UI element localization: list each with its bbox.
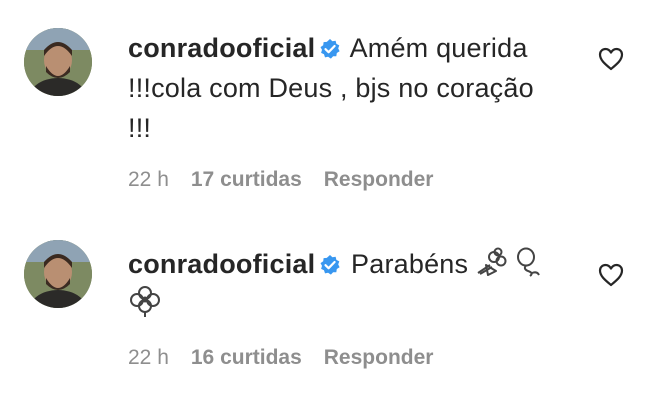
comment-text-line: !!! [128, 113, 152, 143]
username-link[interactable]: conradooficial [128, 249, 315, 279]
likes-count-button[interactable]: 16 curtidas [191, 346, 302, 369]
comment-meta: 22 h 16 curtidas Responder [128, 346, 455, 370]
comment-meta: 22 h 17 curtidas Responder [128, 168, 455, 192]
comment-text-line: !!!cola com Deus , bjs no coração [128, 73, 534, 103]
timestamp[interactable]: 22 h [128, 346, 169, 369]
bouquet-emoji [474, 247, 508, 277]
likes-count-button[interactable]: 17 curtidas [191, 168, 302, 191]
reply-button[interactable]: Responder [324, 168, 434, 191]
comment-text-line: Parabéns [351, 249, 469, 279]
comment-item: conradooficial Amém querida !!!cola com … [0, 0, 660, 200]
comment-body: conradooficial Parabéns [128, 244, 568, 325]
balloon-emoji [514, 247, 542, 277]
heart-outline-icon[interactable] [597, 46, 625, 72]
verified-badge-icon [319, 254, 341, 276]
flower-emoji [128, 284, 162, 318]
comment-item: conradooficial Parabéns 22 h 16 curtidas R… [0, 220, 660, 390]
avatar[interactable] [24, 240, 92, 308]
heart-outline-icon[interactable] [597, 262, 625, 288]
avatar[interactable] [24, 28, 92, 96]
verified-badge-icon [319, 38, 341, 60]
comment-body: conradooficial Amém querida !!!cola com … [128, 28, 568, 148]
timestamp[interactable]: 22 h [128, 168, 169, 191]
username-link[interactable]: conradooficial [128, 33, 315, 63]
comment-text-line: Amém querida [349, 33, 528, 63]
reply-button[interactable]: Responder [324, 346, 434, 369]
